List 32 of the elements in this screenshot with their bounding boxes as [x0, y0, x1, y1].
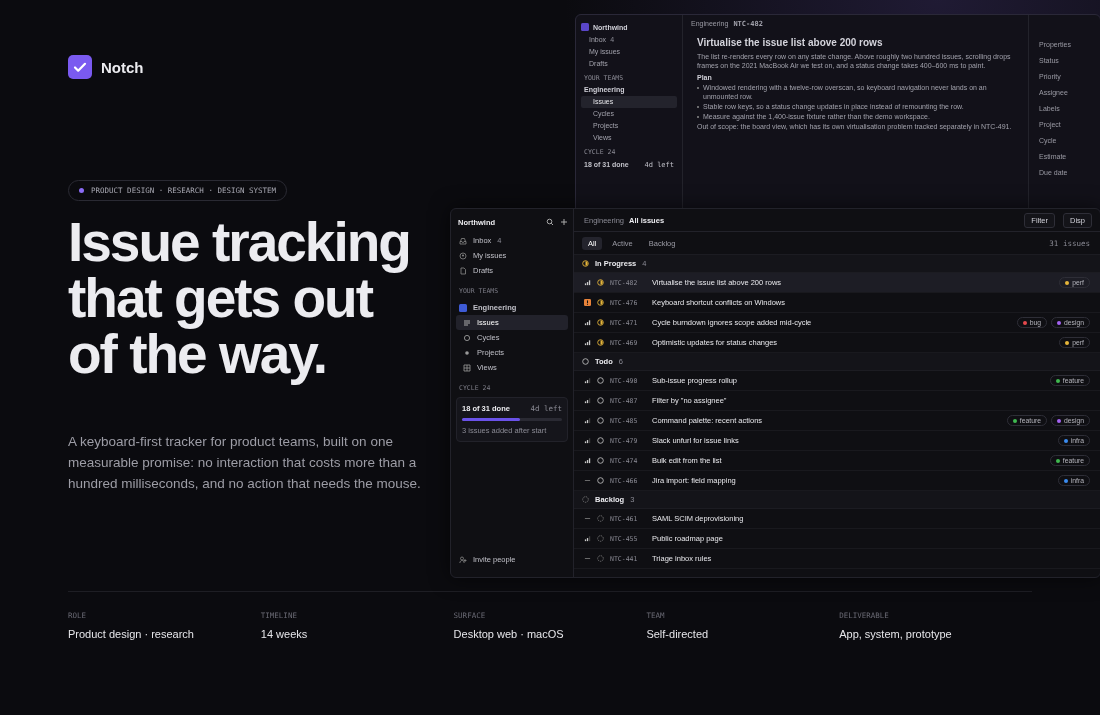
circle-icon	[597, 437, 604, 444]
team-icon	[459, 303, 467, 312]
issue-title: Virtualise the issue list above 200 rows	[697, 37, 884, 48]
meta-value: Product design · research	[68, 628, 195, 640]
meta-value: Desktop web · macOS	[453, 628, 565, 640]
half-circle-icon	[597, 299, 604, 306]
circle-icon	[597, 457, 604, 464]
meta-value: 14 weeks	[260, 628, 309, 640]
workspace-icon	[581, 23, 589, 31]
half-circle-icon	[597, 319, 604, 326]
meta-value: App, system, prototype	[839, 628, 953, 640]
grid-icon	[463, 363, 471, 372]
plus-icon[interactable]	[560, 218, 568, 226]
half-circle-icon	[597, 339, 604, 346]
check-logo-icon	[68, 55, 92, 79]
meta-value: Self-directed	[646, 628, 710, 640]
half-circle-icon	[597, 279, 604, 286]
search-icon[interactable]	[546, 218, 554, 226]
dashed-circle-icon	[597, 515, 604, 522]
circle-icon	[597, 477, 604, 484]
draft-icon	[459, 266, 467, 275]
dot-icon	[463, 348, 471, 357]
circle-icon	[597, 377, 604, 384]
circle-icon	[597, 417, 604, 424]
list-icon	[463, 318, 471, 327]
add-person-icon	[459, 555, 467, 564]
circle-icon	[597, 397, 604, 404]
dashed-circle-icon	[597, 555, 604, 562]
dashed-circle-icon	[597, 535, 604, 542]
circle-icon	[463, 333, 471, 342]
intro-text: A keyboard-first tracker for product teams, built on one measurable promise: no interaction that costs more than a hundred milliseconds, and no action that needs the mouse.	[68, 433, 422, 493]
brand-name: Notch	[101, 58, 144, 76]
